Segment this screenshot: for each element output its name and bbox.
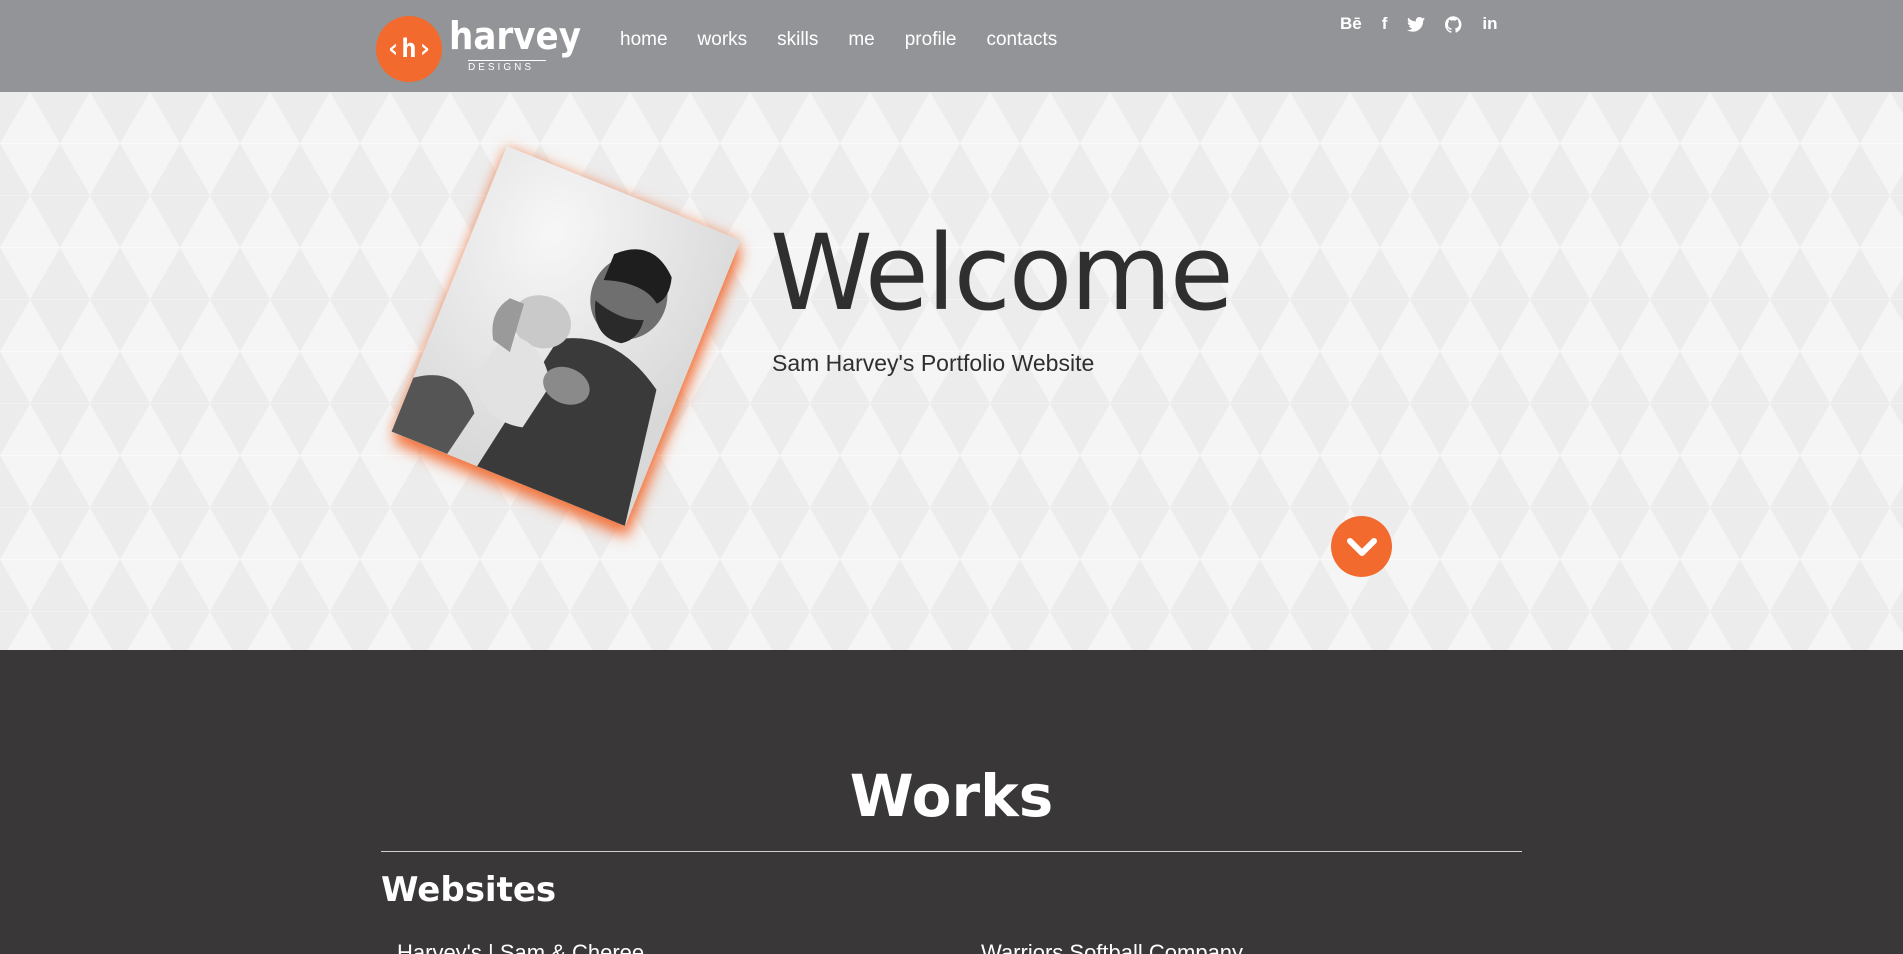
works-section: Works Websites Harvey's | Sam & Cheree W… xyxy=(0,650,1903,954)
logo[interactable]: ‹h› harvey DESIGNS xyxy=(376,14,581,84)
logo-sub: DESIGNS xyxy=(468,60,546,73)
main-nav: home works skills me profile contacts xyxy=(620,29,1057,51)
twitter-icon[interactable] xyxy=(1407,13,1426,35)
work-item[interactable]: Harvey's | Sam & Cheree xyxy=(397,940,644,954)
nav-me[interactable]: me xyxy=(848,29,874,51)
github-icon[interactable] xyxy=(1445,13,1462,35)
site-header: ‹h› harvey DESIGNS home works skills me … xyxy=(0,0,1903,92)
facebook-icon[interactable]: f xyxy=(1382,13,1388,35)
nav-home[interactable]: home xyxy=(620,29,668,51)
profile-photo-image xyxy=(391,146,741,526)
hero-section: Welcome Sam Harvey's Portfolio Website xyxy=(0,92,1903,650)
nav-contacts[interactable]: contacts xyxy=(986,29,1057,51)
behance-icon[interactable]: Bē xyxy=(1340,13,1362,35)
linkedin-icon[interactable]: in xyxy=(1482,13,1497,35)
logo-word: harvey xyxy=(449,14,582,58)
works-title: Works xyxy=(849,762,1054,830)
nav-works[interactable]: works xyxy=(698,29,748,51)
work-item[interactable]: Warriors Softball Company xyxy=(981,940,1243,954)
section-divider xyxy=(381,851,1522,852)
hero-title: Welcome xyxy=(770,212,1234,334)
logo-mark: ‹h› xyxy=(376,16,442,82)
nav-skills[interactable]: skills xyxy=(777,29,818,51)
scroll-down-button[interactable] xyxy=(1331,516,1392,577)
social-links: Bē f in xyxy=(1340,13,1498,35)
profile-photo xyxy=(391,146,741,526)
hero-subtitle: Sam Harvey's Portfolio Website xyxy=(772,350,1095,376)
websites-heading: Websites xyxy=(381,870,557,910)
nav-profile[interactable]: profile xyxy=(905,29,957,51)
chevron-down-icon xyxy=(1346,537,1377,556)
